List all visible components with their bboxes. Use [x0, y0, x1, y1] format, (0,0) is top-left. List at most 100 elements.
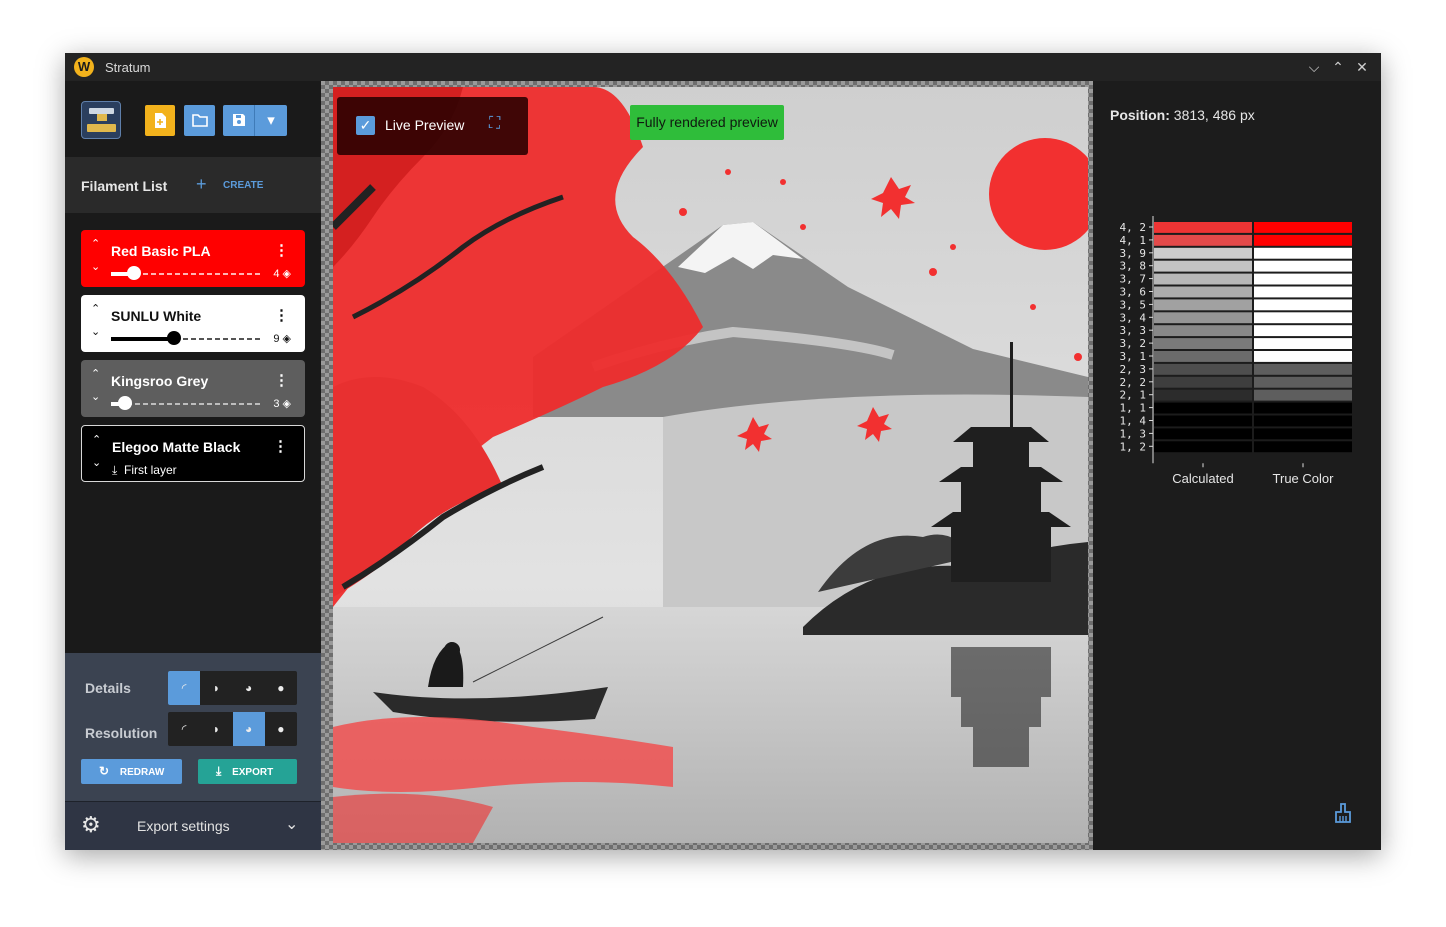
chevron-down-icon[interactable]: ⌄: [91, 390, 100, 403]
layers-icon: ◈: [282, 268, 291, 280]
app-window: W Stratum ⌵ ⌃ ✕ ▾ Filament List + CREATE…: [65, 53, 1381, 850]
close-button[interactable]: ✕: [1352, 57, 1372, 77]
details-option-2[interactable]: ◗: [200, 671, 232, 705]
chevron-down-icon[interactable]: ⌄: [92, 456, 101, 469]
layer-slider-thumb[interactable]: [126, 266, 141, 280]
chevron-up-icon[interactable]: ⌃: [91, 302, 100, 315]
filament-list-header: Filament List + CREATE: [65, 157, 321, 213]
calculated-cell: [1154, 351, 1252, 362]
chevron-up-icon[interactable]: ⌃: [91, 367, 100, 380]
live-preview-checkbox[interactable]: ✓: [356, 116, 375, 135]
live-preview-panel: ✓ Live Preview ⛶: [337, 97, 528, 155]
redraw-button[interactable]: ↻ REDRAW: [81, 759, 182, 784]
true-color-cell: [1254, 376, 1352, 388]
resolution-toggle-group: ◜ ◗ ◕ ●: [168, 712, 297, 746]
details-option-4[interactable]: ●: [265, 671, 297, 705]
row-label: 2, 1: [1120, 389, 1147, 402]
row-label: 1, 1: [1120, 402, 1147, 415]
row-label: 1, 3: [1120, 427, 1147, 440]
filament-card-red[interactable]: ⌃ ⌄ Red Basic PLA ⋮ 4 ◈: [81, 230, 305, 287]
position-readout: Position: 3813, 486 px: [1110, 107, 1255, 123]
filament-card-grey[interactable]: ⌃ ⌄ Kingsroo Grey ⋮ 3 ◈: [81, 360, 305, 417]
filament-name: Elegoo Matte Black: [112, 439, 241, 455]
save-dropdown-button[interactable]: ▾: [254, 105, 287, 136]
more-options-icon[interactable]: ⋮: [274, 241, 289, 259]
gear-icon: ⚙: [81, 812, 101, 837]
refresh-icon: ↻: [99, 764, 110, 778]
calculated-cell: [1154, 376, 1252, 388]
true-color-cell: [1254, 351, 1352, 362]
true-color-cell: [1254, 338, 1352, 349]
export-settings-expander[interactable]: ⚙ Export settings ⌄: [65, 801, 321, 850]
resolution-option-1[interactable]: ◜: [168, 712, 200, 746]
chevron-down-icon[interactable]: ⌄: [91, 325, 100, 338]
layer-color-chart: 4, 24, 13, 93, 83, 73, 63, 53, 43, 33, 2…: [1120, 216, 1352, 486]
true-color-cell: [1254, 428, 1352, 440]
more-options-icon[interactable]: ⋮: [274, 371, 289, 389]
filament-list-title: Filament List: [81, 178, 168, 194]
row-label: 3, 3: [1120, 324, 1147, 337]
clear-brush-icon[interactable]: [1333, 803, 1353, 829]
row-label: 3, 5: [1120, 298, 1147, 311]
render-controls: Details ◜ ◗ ◕ ● Resolution ◜ ◗ ◕ ● ↻ RED…: [65, 653, 321, 850]
chevron-down-icon[interactable]: ⌄: [91, 260, 100, 273]
resolution-option-4[interactable]: ●: [265, 712, 297, 746]
layers-icon: ◈: [282, 398, 291, 410]
create-filament-button[interactable]: CREATE: [223, 180, 263, 191]
calculated-cell: [1154, 415, 1252, 427]
download-icon: ⤓: [112, 463, 118, 477]
calculated-cell: [1154, 260, 1252, 272]
chevron-down-icon: ⌄: [285, 816, 299, 833]
new-file-button[interactable]: [145, 105, 175, 136]
layer-slider-fill: [111, 337, 174, 341]
layers-icon: ◈: [282, 333, 291, 345]
new-file-icon: [155, 113, 166, 128]
resolution-option-3[interactable]: ◕: [232, 712, 265, 746]
calculated-cell: [1154, 402, 1252, 414]
layer-slider-thumb[interactable]: [167, 331, 181, 345]
more-options-icon[interactable]: ⋮: [274, 306, 289, 324]
layer-slider-thumb[interactable]: [117, 396, 132, 410]
layer-count: 9 ◈: [273, 333, 291, 345]
filament-card-black[interactable]: ⌃ ⌄ Elegoo Matte Black ⋮ ⤓ First layer: [81, 425, 305, 482]
preview-canvas[interactable]: ✓ Live Preview ⛶ Fully rendered preview: [321, 81, 1093, 850]
true-color-cell: [1254, 299, 1352, 311]
details-option-1[interactable]: ◜: [168, 671, 201, 705]
chevron-down-icon: ▾: [267, 112, 275, 129]
filament-card-white[interactable]: ⌃ ⌄ SUNLU White ⋮ 9 ◈: [81, 295, 305, 352]
calculated-cell: [1154, 247, 1252, 259]
maximize-button[interactable]: ⌃: [1328, 57, 1348, 77]
row-label: 4, 1: [1120, 234, 1147, 247]
open-folder-button[interactable]: [184, 105, 215, 136]
fit-to-screen-icon[interactable]: ⛶: [489, 115, 500, 133]
chevron-up-icon[interactable]: ⌃: [91, 237, 100, 250]
calculated-cell: [1154, 299, 1252, 311]
true-color-cell: [1254, 415, 1352, 427]
calculated-cell: [1154, 389, 1252, 401]
resolution-label: Resolution: [85, 725, 158, 741]
rendered-image: [333, 87, 1088, 843]
calculated-cell: [1154, 338, 1252, 349]
details-option-3[interactable]: ◕: [233, 671, 265, 705]
row-label: 3, 9: [1120, 247, 1147, 260]
resolution-option-2[interactable]: ◗: [200, 712, 232, 746]
live-preview-label[interactable]: Live Preview: [385, 117, 464, 133]
landscape-preview-image: [333, 87, 1088, 843]
save-button[interactable]: [223, 105, 254, 136]
row-label: 2, 2: [1120, 376, 1147, 389]
minimize-button[interactable]: ⌵: [1304, 57, 1324, 77]
printer-logo-icon: [81, 101, 121, 139]
calculated-cell: [1154, 441, 1252, 453]
details-toggle-group: ◜ ◗ ◕ ●: [168, 671, 297, 705]
export-button[interactable]: ⤓ EXPORT: [198, 759, 297, 784]
title-bar: W Stratum ⌵ ⌃ ✕: [65, 53, 1381, 81]
more-options-icon[interactable]: ⋮: [273, 437, 288, 455]
app-logo-icon: W: [74, 57, 94, 77]
calculated-cell: [1154, 222, 1252, 233]
layer-slider-track[interactable]: [111, 403, 261, 405]
row-label: 3, 4: [1120, 311, 1147, 324]
chevron-up-icon[interactable]: ⌃: [92, 433, 101, 446]
plus-icon[interactable]: +: [196, 174, 207, 195]
sidebar: ▾ Filament List + CREATE ⌃ ⌄ Red Basic P…: [65, 81, 321, 850]
row-label: 2, 3: [1120, 363, 1147, 376]
